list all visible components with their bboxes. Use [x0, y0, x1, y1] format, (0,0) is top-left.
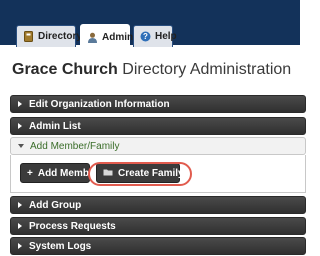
section-admin-list[interactable]: Admin List	[10, 117, 306, 135]
section-add-member-family[interactable]: Add Member/Family	[10, 137, 306, 155]
section-label: System Logs	[29, 240, 92, 252]
section-process-requests[interactable]: Process Requests	[10, 217, 306, 235]
chevron-right-icon	[18, 243, 22, 249]
chevron-right-icon	[18, 223, 22, 229]
tab-help[interactable]: ? Help	[133, 25, 177, 47]
tab-directory[interactable]: Directory	[16, 25, 82, 47]
chevron-right-icon	[18, 101, 22, 107]
add-member-button[interactable]: + Add Member	[20, 163, 98, 183]
section-edit-organization-information[interactable]: Edit Organization Information	[10, 95, 306, 113]
section-label: Add Member/Family	[30, 140, 120, 152]
section-label: Process Requests	[29, 220, 116, 232]
main-nav: Directory Admin ? Help	[0, 24, 300, 49]
section-label: Admin List	[29, 120, 81, 132]
user-icon	[87, 32, 98, 43]
chevron-right-icon	[18, 202, 22, 208]
organization-name: Grace Church	[12, 61, 118, 78]
chevron-right-icon	[18, 123, 22, 129]
page-title-rest: Directory Administration	[117, 61, 292, 78]
highlight-circle	[88, 162, 192, 186]
plus-icon: +	[27, 167, 33, 179]
directory-icon	[23, 31, 34, 42]
tab-label: Admin	[102, 31, 134, 43]
tab-label: Help	[155, 31, 177, 42]
page-title: Grace Church Directory Administration	[12, 61, 291, 79]
help-icon: ?	[140, 31, 151, 42]
chevron-down-icon	[18, 144, 24, 148]
section-label: Edit Organization Information	[29, 98, 170, 110]
section-label: Add Group	[29, 199, 82, 211]
tab-label: Directory	[38, 31, 82, 42]
svg-text:?: ?	[143, 32, 148, 41]
tab-admin[interactable]: Admin	[80, 24, 134, 49]
section-system-logs[interactable]: System Logs	[10, 237, 306, 255]
section-add-group[interactable]: Add Group	[10, 196, 306, 214]
